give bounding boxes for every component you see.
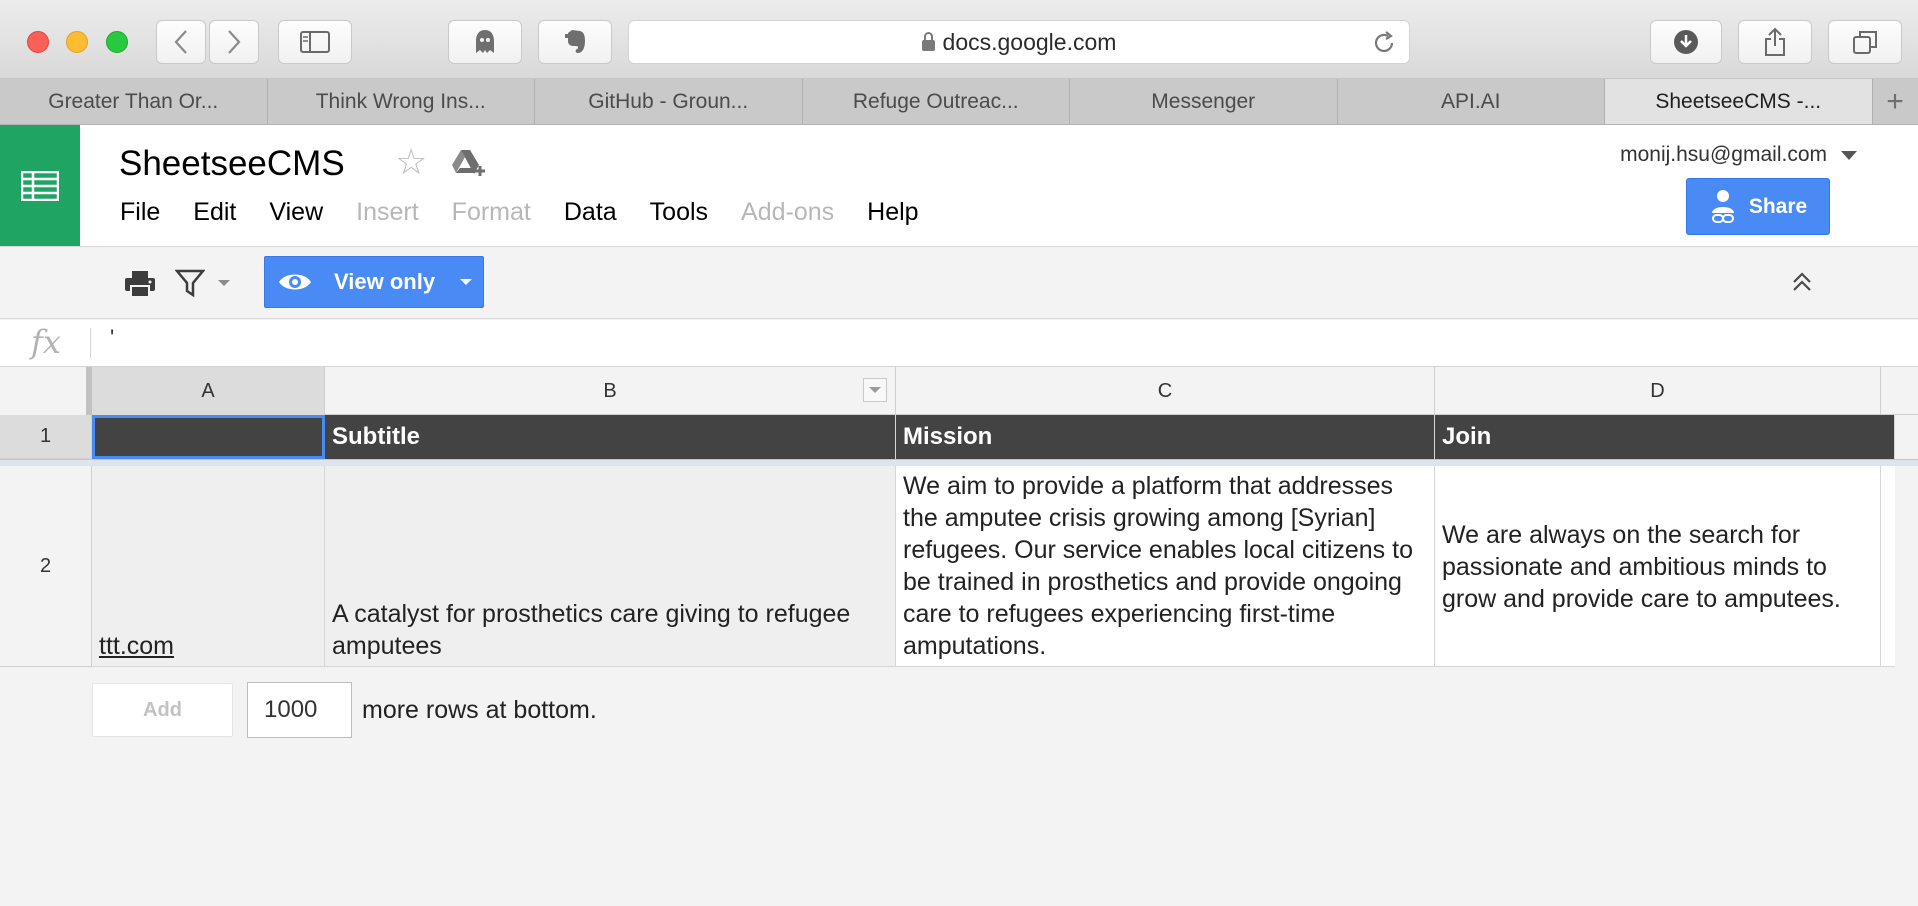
menu-edit[interactable]: Edit [193,198,236,227]
share-icon [1765,27,1785,56]
cell-d2[interactable]: We are always on the search for passiona… [1435,466,1881,667]
tab-messenger[interactable]: Messenger [1070,79,1338,124]
sidebar-icon [300,31,330,53]
formula-input[interactable]: ' [110,325,114,351]
star-icon[interactable]: ☆ [395,144,427,180]
minimize-window-button[interactable] [66,31,88,53]
tab-api-ai[interactable]: API.AI [1338,79,1605,124]
filter-dropdown-icon[interactable] [218,280,230,286]
tabs-icon [1853,31,1877,54]
chevron-left-icon [174,30,187,54]
reload-icon[interactable] [1371,30,1397,62]
ghostery-extension-button[interactable] [448,20,522,64]
sidebar-toggle-button[interactable] [278,20,352,64]
menu-format: Format [451,198,531,226]
forward-button[interactable] [209,20,259,64]
downloads-button[interactable] [1650,20,1722,64]
chevron-down-icon [1841,150,1857,160]
person-link-icon [1711,189,1734,223]
cell-overflow-edge [1881,466,1895,667]
formula-bar: fx ' [0,320,1918,367]
cell-a2[interactable]: ttt.com [92,466,325,667]
view-mode-dropdown-icon[interactable] [449,257,483,307]
lock-icon [921,31,935,51]
share-page-button[interactable] [1738,20,1812,64]
column-header-c[interactable]: C [896,367,1435,415]
view-only-label: View only [334,269,436,294]
select-all-corner[interactable] [0,367,92,415]
add-rows-control: Add 1000 more rows at bottom. [92,682,597,738]
zoom-window-button[interactable] [106,31,128,53]
row-header-2[interactable]: 2 [0,466,92,667]
column-header-a[interactable]: A [92,367,325,415]
tab-refuge-outreach[interactable]: Refuge Outreac... [803,79,1070,124]
menu-bar: File Edit View Insert Format Data Tools … [120,198,952,227]
print-icon[interactable] [124,270,156,303]
add-to-drive-icon[interactable] [451,148,487,183]
chevron-right-icon [228,30,241,54]
formula-divider [90,328,91,358]
menu-add-ons: Add-ons [741,198,835,226]
menu-file[interactable]: File [120,198,160,227]
menu-tools[interactable]: Tools [650,198,708,227]
document-title[interactable]: SheetseeCMS [119,144,345,184]
menu-view[interactable]: View [269,198,323,227]
row-header-1[interactable]: 1 [0,415,92,459]
browser-toolbar: docs.google.com [0,0,1918,79]
tab-overview-button[interactable] [1828,20,1902,64]
elephant-icon [565,30,585,53]
address-bar[interactable]: docs.google.com [628,20,1410,64]
back-button[interactable] [156,20,206,64]
cell-d1[interactable]: Join [1435,415,1895,459]
sheets-header: SheetseeCMS ☆ File Edit View Insert Form… [0,125,1918,247]
column-header-d[interactable]: D [1435,367,1881,415]
ghost-icon [476,30,494,53]
share-button-label: Share [1748,194,1808,218]
cell-c2[interactable]: We aim to provide a platform that addres… [896,466,1435,667]
add-rows-button[interactable]: Add [92,683,233,737]
column-header-b-label: B [603,379,617,402]
spreadsheet-grid: A B C D 1 Subtitle Mission Join 2 ttt.co… [0,367,1918,906]
view-only-button[interactable]: View only [264,256,484,308]
more-rows-label: more rows at bottom. [362,695,597,724]
tab-think-wrong[interactable]: Think Wrong Ins... [268,79,535,124]
menu-data[interactable]: Data [564,198,617,227]
column-header-row: A B C D [0,367,1918,415]
tab-bar: Greater Than Or... Think Wrong Ins... Gi… [0,79,1918,125]
cell-b1[interactable]: Subtitle [325,415,896,459]
cell-a2-link[interactable]: ttt.com [99,630,174,662]
column-filter-dropdown-icon[interactable] [863,378,887,402]
tab-github[interactable]: GitHub - Groun... [535,79,803,124]
account-email: monij.hsu@gmail.com [1620,143,1827,166]
account-switcher[interactable]: monij.hsu@gmail.com [1620,143,1857,167]
new-tab-button[interactable]: + [1873,79,1918,124]
url-text: docs.google.com [942,28,1117,55]
add-rows-count-input[interactable]: 1000 [247,682,352,738]
cell-b2[interactable]: A catalyst for prosthetics care giving t… [325,466,896,667]
cell-a1[interactable] [92,415,325,459]
sheets-toolbar: View only [0,248,1918,319]
filter-icon[interactable] [174,268,206,303]
tab-greater-than-or[interactable]: Greater Than Or... [0,79,268,124]
frozen-row-divider[interactable] [0,459,1918,466]
close-window-button[interactable] [27,31,49,53]
cell-c1[interactable]: Mission [896,415,1435,459]
tab-sheetseecms[interactable]: SheetseeCMS -... [1605,79,1873,124]
menu-insert: Insert [356,198,419,226]
fx-icon: fx [31,323,61,361]
menu-help[interactable]: Help [867,198,918,227]
eye-icon [279,274,311,290]
sheets-logo-icon[interactable] [0,125,80,246]
evernote-extension-button[interactable] [538,20,612,64]
column-header-b[interactable]: B [325,367,896,415]
share-button[interactable]: Share [1686,178,1830,235]
download-icon [1674,30,1698,54]
collapse-header-icon[interactable] [1790,270,1814,299]
